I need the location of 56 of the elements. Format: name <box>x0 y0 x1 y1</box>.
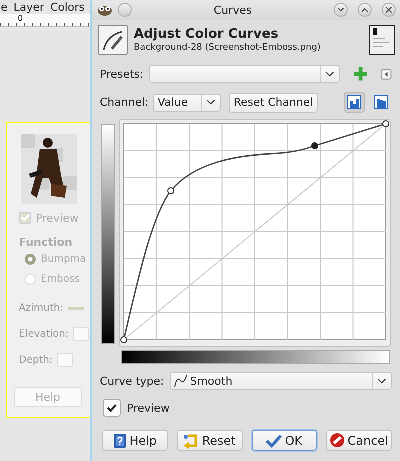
curve-icon <box>174 374 188 388</box>
field-label: Azimuth: <box>19 302 64 314</box>
maximize-button[interactable] <box>358 3 372 17</box>
chevron-down-icon <box>326 72 334 76</box>
image-name: Background-28 (Screenshot-Emboss.png) <box>134 43 322 53</box>
help-book-icon <box>112 432 127 448</box>
radio-label: Emboss <box>41 274 80 284</box>
checkmark-icon <box>107 404 117 412</box>
menu-item[interactable]: Colors <box>50 0 85 14</box>
chevron-up-icon <box>362 8 368 12</box>
menu-item[interactable]: e <box>1 0 8 14</box>
checkbox[interactable] <box>103 399 121 417</box>
close-icon <box>386 7 392 13</box>
histogram-scale-button[interactable] <box>344 92 365 113</box>
checkbox-label: Preview <box>36 212 79 224</box>
checkmark-icon <box>266 434 282 448</box>
window-title: Curves <box>212 4 254 16</box>
channel-dropdown[interactable]: Value <box>152 94 221 112</box>
chevron-down-icon <box>206 100 215 105</box>
radio-label: Bumpma <box>41 254 86 264</box>
curve-point[interactable] <box>168 188 174 194</box>
checkbox-label: Preview <box>127 402 170 414</box>
close-button[interactable] <box>382 3 396 17</box>
slider-track[interactable] <box>68 306 84 310</box>
chevron-down-icon <box>338 8 344 12</box>
field-label: Depth: <box>19 354 53 366</box>
curve-point[interactable] <box>120 336 128 344</box>
radio-button[interactable] <box>25 254 36 264</box>
cancel-icon <box>330 433 345 448</box>
channel-label: Channel: <box>100 96 149 109</box>
undo-arrow-icon <box>183 432 200 448</box>
ok-button[interactable]: OK <box>252 430 318 451</box>
ruler-label: 0 <box>18 14 24 24</box>
presets-label: Presets: <box>100 68 143 80</box>
field-label: Elevation: <box>19 328 69 340</box>
checkbox[interactable] <box>19 212 31 224</box>
histogram-icon <box>374 95 389 110</box>
reset-channel-button[interactable]: Reset Channel <box>228 92 318 112</box>
cancel-button[interactable]: Cancel <box>326 430 392 451</box>
curve-type-dropdown[interactable]: Smooth <box>170 372 392 390</box>
spin-field[interactable] <box>56 353 73 367</box>
menu-item[interactable]: Layer <box>14 0 44 14</box>
curve-point[interactable] <box>312 142 318 150</box>
curve-type-label: Curve type: <box>100 374 164 388</box>
section-heading: Function <box>19 236 74 249</box>
app-icon <box>96 3 114 17</box>
histogram-icon <box>347 95 362 110</box>
reset-button[interactable]: Reset <box>176 430 242 451</box>
curves-tool-icon <box>98 25 128 55</box>
spin-field[interactable] <box>72 327 89 341</box>
minimize-button[interactable] <box>334 3 348 17</box>
help-button[interactable]: Help <box>102 430 168 451</box>
chevron-down-icon <box>378 378 386 384</box>
image-thumbnail <box>369 25 395 55</box>
curve-point[interactable] <box>382 120 390 128</box>
dialog-heading: Adjust Color Curves <box>134 27 280 43</box>
